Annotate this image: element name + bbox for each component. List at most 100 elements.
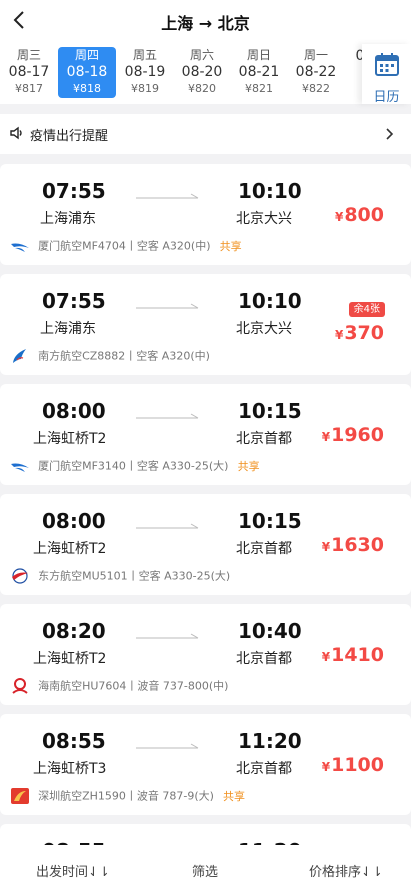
remaining-seats-badge: 余4张 bbox=[348, 302, 385, 317]
price-value: 370 bbox=[344, 322, 384, 344]
date-list: 周三 08-17 ¥817 周四 08-18 ¥818 周五 08-19 ¥81… bbox=[0, 44, 362, 104]
currency-symbol: ¥ bbox=[321, 430, 331, 444]
date-item-0817[interactable]: 周三 08-17 ¥817 bbox=[0, 47, 58, 98]
calendar-button[interactable]: 日历 bbox=[362, 44, 411, 105]
departure-airport: 上海虹桥T3 bbox=[33, 761, 107, 777]
weekday-label: 周三 bbox=[16, 48, 41, 62]
date-label: 08-21 bbox=[238, 64, 280, 80]
flight-card[interactable]: 07:55 10:10 上海浦东 北京大兴 厦门航空MF4704丨空客 A320… bbox=[0, 164, 411, 265]
currency-symbol: ¥ bbox=[321, 760, 331, 774]
date-label: 0 bbox=[355, 48, 362, 64]
departure-airport: 上海虹桥T2 bbox=[33, 651, 107, 667]
departure-airport: 上海浦东 bbox=[40, 211, 96, 227]
date-price: ¥818 bbox=[73, 82, 101, 95]
airline-flight-text: 东方航空MU5101丨空客 A330-25(大) bbox=[38, 569, 231, 583]
departure-time: 07:55 bbox=[42, 179, 106, 203]
china-eastern-logo-icon bbox=[12, 567, 28, 584]
airline-info: 深圳航空ZH1590丨波音 787-9(大) 共享 bbox=[10, 785, 245, 804]
price: ¥1410 bbox=[322, 644, 384, 666]
price: ¥1100 bbox=[322, 754, 384, 776]
departure-time: 07:55 bbox=[42, 289, 106, 313]
calendar-icon bbox=[375, 53, 399, 76]
arrival-airport: 北京首都 bbox=[236, 651, 292, 667]
page-title: 上海 → 北京 bbox=[161, 14, 250, 33]
date-label: 08-20 bbox=[181, 64, 223, 80]
date-item-0818-selected[interactable]: 周四 08-18 ¥818 bbox=[58, 47, 116, 98]
flight-card[interactable]: 08:20 10:40 上海虹桥T2 北京首都 海南航空HU7604丨波音 73… bbox=[0, 604, 411, 705]
price-value: 800 bbox=[344, 204, 384, 226]
departure-airport: 上海虹桥T2 bbox=[33, 431, 107, 447]
filter-button[interactable]: 筛选 bbox=[192, 861, 218, 880]
travel-notice-bar[interactable]: 疫情出行提醒 bbox=[0, 114, 411, 154]
arrival-time: 11:20 bbox=[238, 729, 302, 753]
price: ¥1960 bbox=[322, 424, 384, 446]
currency-symbol: ¥ bbox=[334, 210, 344, 224]
arrow-right-icon bbox=[136, 413, 199, 419]
price-value: 1630 bbox=[331, 534, 384, 556]
sort-by-price-button[interactable]: 价格排序⇃⇂ bbox=[309, 861, 383, 880]
date-label: 08-18 bbox=[66, 64, 108, 80]
weekday-label: 周四 bbox=[74, 48, 99, 62]
chevron-right-icon bbox=[386, 128, 394, 140]
date-item-0819[interactable]: 周五 08-19 ¥819 bbox=[116, 47, 174, 98]
currency-symbol: ¥ bbox=[321, 650, 331, 664]
arrival-time: 10:40 bbox=[238, 619, 302, 643]
arrow-right-icon bbox=[136, 743, 199, 749]
departure-airport: 上海浦东 bbox=[40, 321, 96, 337]
xiamen-airlines-logo-icon bbox=[11, 243, 29, 252]
arrival-time: 10:15 bbox=[238, 399, 302, 423]
top-nav-bar: 上海 → 北京 bbox=[0, 0, 411, 44]
date-item-0821[interactable]: 周日 08-21 ¥821 bbox=[230, 47, 288, 98]
currency-symbol: ¥ bbox=[334, 328, 344, 342]
flight-card[interactable]: 08:00 10:15 上海虹桥T2 北京首都 厦门航空MF3140丨空客 A3… bbox=[0, 384, 411, 485]
flight-card[interactable]: 08:00 10:15 上海虹桥T2 北京首都 东方航空MU5101丨空客 A3… bbox=[0, 494, 411, 595]
airline-info: 海南航空HU7604丨波音 737-800(中) bbox=[10, 675, 232, 694]
airline-flight-text: 厦门航空MF4704丨空客 A320(中) bbox=[38, 239, 211, 253]
airline-info: 南方航空CZ8882丨空客 A320(中) bbox=[10, 345, 214, 363]
arrival-time: 10:15 bbox=[238, 509, 302, 533]
weekday-label: 周五 bbox=[132, 48, 157, 62]
airline-info: 厦门航空MF3140丨空客 A330-25(大) 共享 bbox=[10, 455, 260, 473]
currency-symbol: ¥ bbox=[321, 540, 331, 554]
arrival-time: 10:10 bbox=[238, 179, 302, 203]
arrival-airport: 北京首都 bbox=[236, 431, 292, 447]
arrival-airport: 北京大兴 bbox=[236, 211, 292, 227]
arrival-airport: 北京首都 bbox=[236, 761, 292, 777]
share-tag: 共享 bbox=[219, 239, 242, 253]
airline-flight-text: 海南航空HU7604丨波音 737-800(中) bbox=[38, 679, 229, 693]
flight-card[interactable]: 08:55 11:20 上海虹桥T3 北京首都 深圳航空ZH1590丨波音 78… bbox=[0, 714, 411, 815]
date-price: ¥820 bbox=[188, 82, 216, 95]
airline-flight-text: 厦门航空MF3140丨空客 A330-25(大) bbox=[38, 459, 229, 473]
date-label: 08-19 bbox=[124, 64, 166, 80]
departure-time: 08:20 bbox=[42, 619, 106, 643]
date-item-0820[interactable]: 周六 08-20 ¥820 bbox=[173, 47, 231, 98]
sort-by-departure-time-button[interactable]: 出发时间⇃⇂ bbox=[36, 861, 110, 880]
arrow-right-icon bbox=[136, 523, 199, 529]
price: ¥800 bbox=[335, 204, 384, 226]
airline-flight-text: 南方航空CZ8882丨空客 A320(中) bbox=[38, 349, 210, 363]
share-tag: 共享 bbox=[237, 459, 260, 473]
flight-card[interactable]: 07:55 10:10 上海浦东 北京大兴 南方航空CZ8882丨空客 A320… bbox=[0, 274, 411, 375]
date-item-partial[interactable]: 0 bbox=[331, 47, 362, 98]
shenzhen-airlines-logo-icon bbox=[11, 787, 29, 804]
price-value: 1100 bbox=[331, 754, 384, 776]
arrow-right-icon bbox=[136, 193, 199, 199]
price-value: 1410 bbox=[331, 644, 384, 666]
airline-info: 东方航空MU5101丨空客 A330-25(大) bbox=[10, 565, 234, 584]
airline-info: 厦门航空MF4704丨空客 A320(中) 共享 bbox=[10, 235, 242, 253]
hainan-airlines-logo-icon bbox=[12, 677, 28, 694]
airline-flight-text: 深圳航空ZH1590丨波音 787-9(大) bbox=[38, 789, 214, 803]
weekday-label: 周日 bbox=[246, 48, 271, 62]
arrival-airport: 北京大兴 bbox=[236, 321, 292, 337]
date-price: ¥821 bbox=[245, 82, 273, 95]
calendar-label: 日历 bbox=[373, 90, 400, 105]
price: ¥1630 bbox=[322, 534, 384, 556]
date-price: ¥819 bbox=[131, 82, 159, 95]
arrival-time: 10:10 bbox=[238, 289, 302, 313]
departure-time: 08:00 bbox=[42, 399, 106, 423]
bottom-sort-bar: 出发时间⇃⇂ 筛选 价格排序⇃⇂ bbox=[0, 845, 411, 893]
price-value: 1960 bbox=[331, 424, 384, 446]
weekday-label: 周六 bbox=[189, 48, 214, 62]
departure-airport: 上海虹桥T2 bbox=[33, 541, 107, 557]
date-selector-bar: 周三 08-17 ¥817 周四 08-18 ¥818 周五 08-19 ¥81… bbox=[0, 44, 411, 105]
